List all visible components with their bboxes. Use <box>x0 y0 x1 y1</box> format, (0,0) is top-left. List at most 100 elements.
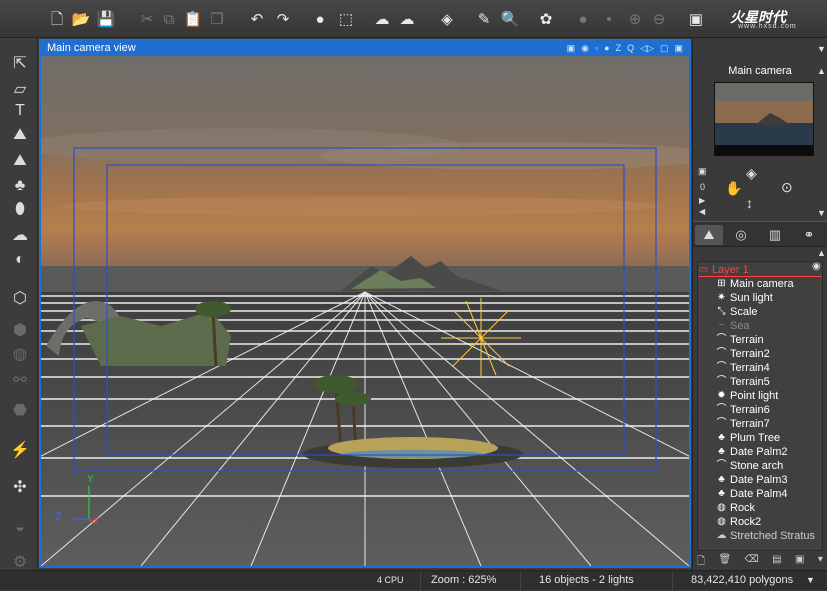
tree-item[interactable]: ⌒ Terrain <box>698 333 822 347</box>
status-menu-icon[interactable]: ▼ <box>806 571 815 591</box>
tree-scroll-up-icon[interactable]: ▲ <box>817 248 826 258</box>
copy-icon[interactable]: ⧉ <box>158 8 180 30</box>
sphere-tool-icon[interactable]: ◍ <box>8 343 32 365</box>
object-tool-icon[interactable]: ⬡ <box>8 287 32 309</box>
boolean-tool-icon[interactable]: ◒ <box>8 517 32 539</box>
render-area-icon[interactable]: ⬚ <box>335 8 357 30</box>
cut-icon[interactable]: ✂ <box>136 8 158 30</box>
tree-item[interactable]: ~ Sea <box>698 319 822 333</box>
tree-item-icon: ⌒ <box>716 404 727 415</box>
camera-prev-icon[interactable]: ◀ <box>699 207 705 216</box>
tab-objects[interactable]: ⛰ <box>695 225 723 245</box>
paste-icon[interactable]: 📋 <box>182 8 204 30</box>
viewport-control-icon[interactable]: ● <box>604 41 609 56</box>
undo-icon[interactable]: ↶ <box>246 8 268 30</box>
duplicate-icon[interactable]: ❐ <box>206 8 228 30</box>
terrain-alt-tool-icon[interactable]: ⛰ <box>8 150 32 172</box>
camera-save-icon[interactable]: ▣ <box>698 166 707 177</box>
tree-item[interactable]: ⌒ Stone arch <box>698 459 822 473</box>
panel-collapse-icon[interactable]: ▼ <box>817 44 826 54</box>
clouds-icon[interactable]: ☁ <box>396 8 418 30</box>
edit-icon[interactable]: 🔍 <box>499 8 521 30</box>
tree-tool-icon[interactable]: ▾ <box>818 554 823 568</box>
eraser-tool-icon[interactable]: ▱ <box>8 78 32 100</box>
camera-pan-icon[interactable]: ✋ <box>725 180 742 197</box>
redo-icon[interactable]: ↷ <box>272 8 294 30</box>
tree-item-label: Terrain5 <box>730 376 770 388</box>
tree-item[interactable]: ⤡ Scale <box>698 305 822 319</box>
rock-tool-icon[interactable]: ⬮ <box>8 199 32 221</box>
fan-tool-icon[interactable]: ✣ <box>8 476 32 498</box>
tree-item[interactable]: ♣ Date Palm2 <box>698 445 822 459</box>
link-tool-icon[interactable]: ⚯ <box>8 369 32 391</box>
tree-item-icon: ✹ <box>717 390 726 401</box>
viewport-control-icon[interactable]: ◉ <box>581 41 589 56</box>
viewport-control-icon[interactable]: ▫ <box>595 41 598 56</box>
viewport-control-icon[interactable]: Q <box>627 41 634 56</box>
tab-links[interactable]: ⚭ <box>795 225 823 245</box>
tab-library[interactable]: ▥ <box>761 225 789 245</box>
scene-render[interactable]: Y Z X <box>41 56 689 566</box>
tree-item-icon: ⌒ <box>716 334 727 345</box>
wand-tool-icon[interactable]: ⚡ <box>8 439 32 461</box>
panel-scroll-down-icon[interactable]: ▼ <box>817 208 826 218</box>
tree-item[interactable]: ⊞ Main camera <box>698 277 822 291</box>
camera-preview-thumbnail[interactable] <box>714 82 814 156</box>
minus-icon[interactable]: ⊖ <box>648 8 670 30</box>
tree-item[interactable]: ⌒ Terrain7 <box>698 417 822 431</box>
tree-item[interactable]: ♣ Date Palm3 <box>698 473 822 487</box>
tree-item[interactable]: ♣ Plum Tree <box>698 431 822 445</box>
viewport-control-icon[interactable]: ▢ <box>660 41 669 56</box>
tree-layer-row[interactable]: ▭ Layer 1 <box>698 263 822 277</box>
cube-tool-icon[interactable]: ⬢ <box>8 319 32 341</box>
material-icon[interactable]: ◈ <box>436 8 458 30</box>
dot-icon[interactable]: • <box>598 8 620 30</box>
camera-next-icon[interactable]: ▶ <box>699 196 705 205</box>
camera-orbit-icon[interactable]: ◈ <box>746 165 757 182</box>
atmosphere-icon[interactable]: ☁ <box>371 8 393 30</box>
text-tool-icon[interactable]: T <box>8 100 32 122</box>
tree-item[interactable]: ♣ Date Palm4 <box>698 487 822 501</box>
camera-dolly-icon[interactable]: ↕ <box>746 195 753 211</box>
render-icon[interactable]: ● <box>309 8 331 30</box>
main-camera-viewport[interactable]: Main camera view ▣ ◉ ▫ ● Z Q ◁▷ ▢ ▣ Y Z … <box>39 39 691 568</box>
tree-item[interactable]: ◍ Rock <box>698 501 822 515</box>
tree-item[interactable]: ⌒ Terrain4 <box>698 361 822 375</box>
tree-item[interactable]: ⌒ Terrain2 <box>698 347 822 361</box>
layer-visibility-icon[interactable]: ◉ <box>812 261 821 272</box>
tree-item[interactable]: ⌒ Terrain6 <box>698 403 822 417</box>
scene-objects-count: 16 objects - 2 lights <box>520 571 634 591</box>
select-tool-icon[interactable]: ⇱ <box>8 52 32 74</box>
tab-materials[interactable]: ◎ <box>727 225 755 245</box>
tree-tool-icon[interactable]: 🗑 <box>718 554 731 568</box>
tree-item[interactable]: ✹ Point light <box>698 389 822 403</box>
layout-icon[interactable]: ▣ <box>685 8 707 30</box>
tree-item[interactable]: ◍ Rock2 <box>698 515 822 529</box>
save-icon[interactable]: 💾 <box>95 8 117 30</box>
camera-view-icon[interactable]: ⊙ <box>781 179 793 196</box>
tree-tool-icon[interactable]: ▣ <box>795 554 804 568</box>
viewport-control-icon[interactable]: ▣ <box>567 41 576 56</box>
cloud-tool-icon[interactable]: ☁ <box>8 224 32 246</box>
viewport-control-icon[interactable]: ▣ <box>674 41 683 56</box>
plant-tool-icon[interactable]: ♣ <box>8 175 32 197</box>
open-folder-icon[interactable]: 📂 <box>70 8 92 30</box>
tree-tool-icon[interactable]: 🗋 <box>697 554 705 568</box>
tree-item[interactable]: ✷ Sun light <box>698 291 822 305</box>
viewport-control-icon[interactable]: Z <box>616 41 622 56</box>
spheres-icon[interactable]: ● <box>572 8 594 30</box>
new-file-icon[interactable]: 🗋 <box>46 8 68 30</box>
viewport-control-icon[interactable]: ◁▷ <box>640 41 654 56</box>
wand-icon[interactable]: ✎ <box>473 8 495 30</box>
tree-item-icon: ☁ <box>716 530 727 541</box>
planet-tool-icon[interactable]: ◐ <box>8 249 32 271</box>
panel-scroll-up-icon[interactable]: ▲ <box>817 66 826 76</box>
plus-icon[interactable]: ⊕ <box>624 8 646 30</box>
color-balls-icon[interactable]: ✿ <box>535 8 557 30</box>
tree-tool-icon[interactable]: ▤ <box>772 554 781 568</box>
terrain-tool-icon[interactable]: ⛰ <box>8 124 32 146</box>
tree-item[interactable]: ⌒ Terrain5 <box>698 375 822 389</box>
group-tool-icon[interactable]: ⬣ <box>8 399 32 421</box>
tree-item[interactable]: ☁ Stretched Stratus <box>698 529 822 543</box>
tree-tool-icon[interactable]: ⌫ <box>745 554 759 568</box>
